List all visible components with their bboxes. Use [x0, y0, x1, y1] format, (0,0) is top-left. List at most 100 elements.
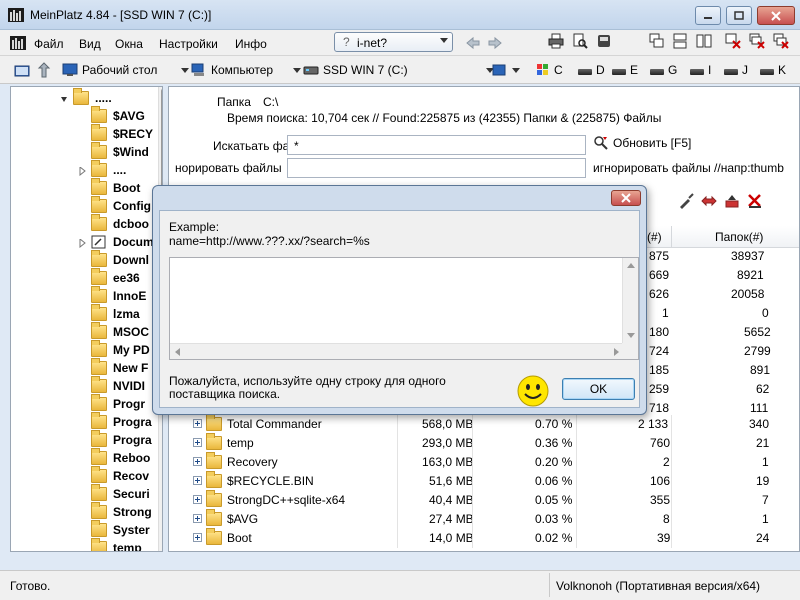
- tree-item-root[interactable]: .....: [61, 88, 112, 107]
- table-row[interactable]: Total Commander 568,0 MB 0.70 % 2 133 34…: [169, 414, 799, 434]
- search-files-input[interactable]: *: [287, 135, 586, 155]
- tree-item[interactable]: New F: [91, 358, 148, 377]
- close-window-icon[interactable]: [725, 33, 741, 49]
- tree-item[interactable]: Reboo: [91, 448, 150, 467]
- expand-row-icon[interactable]: [193, 438, 202, 447]
- menu-info[interactable]: Инфо: [235, 37, 267, 51]
- disk-icon[interactable]: [596, 33, 612, 49]
- table-row[interactable]: Recovery 163,0 MB 0.20 % 2 1: [169, 452, 799, 472]
- inet-search-combo[interactable]: ? i-net?: [334, 32, 453, 52]
- tree-item[interactable]: $AVG: [91, 106, 145, 125]
- tree-item[interactable]: My PD: [91, 340, 150, 359]
- expand-row-icon[interactable]: [193, 495, 202, 504]
- print-icon[interactable]: [548, 33, 564, 49]
- collapse-arrow-icon[interactable]: [61, 93, 68, 102]
- drive-g-button[interactable]: G: [650, 63, 677, 77]
- tree-item[interactable]: temp: [91, 538, 142, 551]
- tree-item[interactable]: NVIDI: [91, 376, 145, 395]
- drive-select-button[interactable]: SSD WIN 7 (C:): [303, 63, 494, 77]
- table-row[interactable]: StrongDC++sqlite-x64 40,4 MB 0.05 % 355 …: [169, 490, 799, 510]
- tree-item[interactable]: Strong: [91, 502, 152, 521]
- tree-item[interactable]: Securi: [91, 484, 150, 503]
- scroll-left-icon[interactable]: [175, 348, 180, 356]
- table-row[interactable]: $AVG 27,4 MB 0.03 % 8 1: [169, 509, 799, 529]
- expand-arrow-icon[interactable]: [79, 237, 86, 249]
- tree-item[interactable]: Downl: [91, 250, 149, 269]
- maximize-button[interactable]: [726, 6, 752, 25]
- dialog-close-button[interactable]: [611, 190, 641, 206]
- tree-item[interactable]: Syster: [91, 520, 150, 539]
- tile-vertical-icon[interactable]: [696, 33, 712, 49]
- table-row[interactable]: Boot 14,0 MB 0.02 % 39 24: [169, 528, 799, 548]
- tree-item[interactable]: lzma: [91, 304, 140, 323]
- close-others-icon[interactable]: [773, 33, 789, 49]
- app-menu-icon[interactable]: [10, 36, 26, 50]
- table-row[interactable]: temp 293,0 MB 0.36 % 760 21: [169, 433, 799, 453]
- cell-name: StrongDC++sqlite-x64: [227, 493, 346, 507]
- scroll-down-icon[interactable]: [627, 333, 635, 338]
- column-header-folders[interactable]: Папок(#): [715, 230, 763, 244]
- tree-item[interactable]: InnoE: [91, 286, 146, 305]
- close-button[interactable]: [757, 6, 795, 25]
- tree-item[interactable]: Progra: [91, 412, 152, 431]
- table-row[interactable]: $RECYCLE.BIN 51,6 MB 0.06 % 106 19: [169, 471, 799, 491]
- swap-arrows-icon[interactable]: [701, 193, 717, 209]
- minimize-button[interactable]: [695, 6, 721, 25]
- menu-windows[interactable]: Окна: [115, 37, 143, 51]
- desktop-label: Рабочий стол: [82, 63, 158, 77]
- drive-i-button[interactable]: I: [690, 63, 711, 77]
- ignore-files-input[interactable]: [287, 158, 586, 178]
- tree-item[interactable]: $RECY: [91, 124, 153, 143]
- forward-arrow-icon[interactable]: [487, 35, 503, 51]
- drive-c-button[interactable]: C: [536, 63, 563, 77]
- cascade-windows-icon[interactable]: [649, 33, 665, 49]
- search-files-icon[interactable]: [572, 33, 588, 49]
- tree-item[interactable]: Config: [91, 196, 151, 215]
- cell-files: 2: [663, 455, 670, 469]
- drive-e-button[interactable]: E: [612, 63, 638, 77]
- tree-item[interactable]: Boot: [91, 178, 140, 197]
- expand-row-icon[interactable]: [193, 514, 202, 523]
- menu-settings[interactable]: Настройки: [159, 37, 218, 51]
- tree-item[interactable]: dcboo: [91, 214, 149, 233]
- move-icon[interactable]: [724, 193, 740, 209]
- drives-menu-button[interactable]: [492, 63, 520, 77]
- drive-j-button[interactable]: J: [724, 63, 748, 77]
- tree-item[interactable]: Progr: [91, 394, 145, 413]
- delete-icon[interactable]: [747, 193, 763, 209]
- column-header-files[interactable]: (#): [647, 230, 662, 244]
- tree-item[interactable]: Progra: [91, 430, 152, 449]
- expand-row-icon[interactable]: [193, 419, 202, 428]
- drive-d-button[interactable]: D: [578, 63, 605, 77]
- desktop-button[interactable]: Рабочий стол: [62, 63, 190, 77]
- expand-row-icon[interactable]: [193, 533, 202, 542]
- menu-view[interactable]: Вид: [79, 37, 101, 51]
- computer-button[interactable]: Компьютер: [191, 63, 302, 77]
- tree-item[interactable]: ee36: [91, 268, 140, 287]
- refresh-button[interactable]: Обновить [F5]: [593, 135, 691, 151]
- clean-icon[interactable]: [678, 193, 694, 209]
- vertical-scrollbar[interactable]: [622, 258, 638, 344]
- tree-item[interactable]: Docum: [79, 233, 154, 251]
- tree-item[interactable]: Recov: [91, 466, 149, 485]
- scroll-up-icon[interactable]: [627, 263, 635, 268]
- close-all-windows-icon[interactable]: [749, 33, 765, 49]
- menu-file[interactable]: Файл: [34, 37, 64, 51]
- cell-files: 2 133: [638, 417, 669, 431]
- folder-tree[interactable]: ..... $AVG $RECY $Wind .... Boot Config …: [10, 86, 163, 552]
- ok-button[interactable]: OK: [562, 378, 635, 400]
- search-providers-textarea[interactable]: [169, 257, 639, 360]
- up-arrow-icon[interactable]: [37, 62, 53, 78]
- scroll-right-icon[interactable]: [614, 348, 619, 356]
- tree-item[interactable]: MSOC: [91, 322, 149, 341]
- back-arrow-icon[interactable]: [465, 35, 481, 51]
- up-folder-icon[interactable]: [14, 62, 30, 78]
- expand-arrow-icon[interactable]: [79, 165, 86, 177]
- expand-row-icon[interactable]: [193, 476, 202, 485]
- tree-item[interactable]: ....: [79, 160, 126, 179]
- tile-horizontal-icon[interactable]: [672, 33, 688, 49]
- expand-row-icon[interactable]: [193, 457, 202, 466]
- horizontal-scrollbar[interactable]: [170, 343, 624, 359]
- drive-k-button[interactable]: K: [760, 63, 786, 77]
- tree-item[interactable]: $Wind: [91, 142, 149, 161]
